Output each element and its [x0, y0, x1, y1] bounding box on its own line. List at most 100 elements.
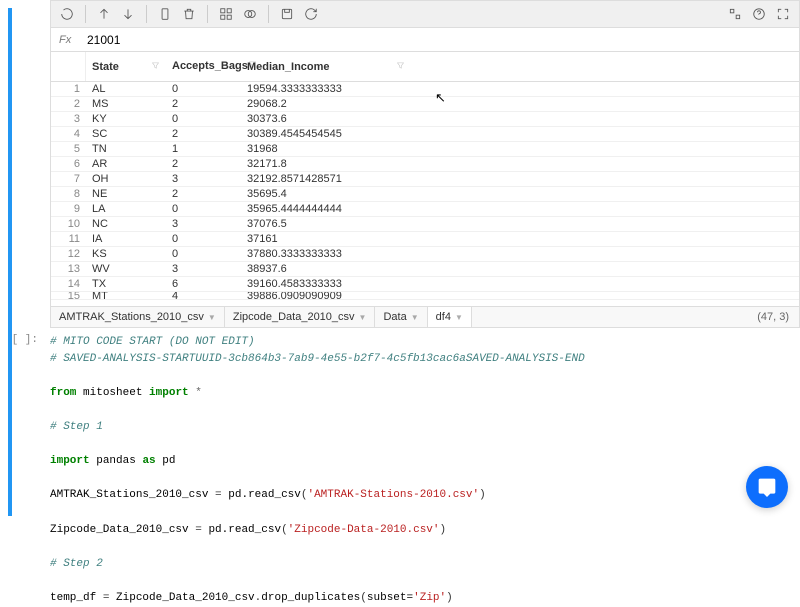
table-row[interactable]: 11IA037161	[51, 232, 799, 247]
table-row[interactable]: 15MT439886.0909090909	[51, 292, 799, 300]
grid-body[interactable]: 1AL019594.33333333332MS229068.23KY030373…	[51, 82, 799, 306]
cell-state[interactable]: TN	[86, 143, 166, 155]
cell-median-income[interactable]: 39886.0909090909	[241, 292, 411, 300]
cell-median-income[interactable]: 37880.3333333333	[241, 248, 411, 260]
up-arrow-icon[interactable]	[94, 4, 114, 24]
cell-state[interactable]: KY	[86, 113, 166, 125]
table-row[interactable]: 14TX639160.4583333333	[51, 277, 799, 292]
cell-accepts-bags[interactable]: 6	[166, 278, 241, 290]
column-header-median-income[interactable]: Median_Income	[241, 52, 411, 81]
cell-state[interactable]: WV	[86, 263, 166, 275]
cell-state[interactable]: AR	[86, 158, 166, 170]
cell-accepts-bags[interactable]: 2	[166, 98, 241, 110]
row-number: 1	[51, 83, 86, 95]
cell-state[interactable]: OH	[86, 173, 166, 185]
cell-accepts-bags[interactable]: 0	[166, 203, 241, 215]
cell-state[interactable]: MS	[86, 98, 166, 110]
cell-state[interactable]: IA	[86, 233, 166, 245]
table-row[interactable]: 12KS037880.3333333333	[51, 247, 799, 262]
chevron-down-icon[interactable]: ▼	[455, 313, 463, 322]
cell-accepts-bags[interactable]: 2	[166, 128, 241, 140]
delete-icon[interactable]	[179, 4, 199, 24]
cell-median-income[interactable]: 37161	[241, 233, 411, 245]
sheet-tab[interactable]: df4▼	[428, 307, 472, 327]
data-grid: State Accepts_Bags Median_Income 1AL0195…	[50, 52, 800, 306]
fullscreen-icon[interactable]	[773, 4, 793, 24]
table-row[interactable]: 2MS229068.2	[51, 97, 799, 112]
code-cell: [ ]: # MITO CODE START (DO NOT EDIT) # S…	[0, 334, 800, 607]
chat-help-button[interactable]	[746, 466, 788, 508]
tab-label: Zipcode_Data_2010_csv	[233, 311, 355, 323]
cell-state[interactable]: SC	[86, 128, 166, 140]
cell-median-income[interactable]: 19594.3333333333	[241, 83, 411, 95]
cell-median-income[interactable]: 32192.8571428571	[241, 173, 411, 185]
add-column-icon[interactable]	[155, 4, 175, 24]
sheet-tab[interactable]: Data▼	[375, 307, 427, 327]
toolbar-separator	[268, 5, 269, 23]
replay-icon[interactable]	[301, 4, 321, 24]
cell-median-income[interactable]: 35695.4	[241, 188, 411, 200]
cell-accepts-bags[interactable]: 0	[166, 113, 241, 125]
cell-accepts-bags[interactable]: 3	[166, 218, 241, 230]
row-number: 11	[51, 233, 86, 245]
cell-median-income[interactable]: 37076.5	[241, 218, 411, 230]
cell-accepts-bags[interactable]: 0	[166, 233, 241, 245]
cell-state[interactable]: LA	[86, 203, 166, 215]
cell-state[interactable]: NE	[86, 188, 166, 200]
cell-accepts-bags[interactable]: 0	[166, 83, 241, 95]
filter-icon[interactable]	[151, 61, 160, 73]
table-row[interactable]: 10NC337076.5	[51, 217, 799, 232]
cell-median-income[interactable]: 39160.4583333333	[241, 278, 411, 290]
cell-accepts-bags[interactable]: 2	[166, 158, 241, 170]
chevron-down-icon[interactable]: ▼	[208, 313, 216, 322]
table-row[interactable]: 13WV338937.6	[51, 262, 799, 277]
table-row[interactable]: 5TN131968	[51, 142, 799, 157]
cell-accepts-bags[interactable]: 3	[166, 173, 241, 185]
cell-median-income[interactable]: 38937.6	[241, 263, 411, 275]
table-row[interactable]: 6AR232171.8	[51, 157, 799, 172]
table-row[interactable]: 4SC230389.4545454545	[51, 127, 799, 142]
steps-icon[interactable]	[725, 4, 745, 24]
cell-median-income[interactable]: 30389.4545454545	[241, 128, 411, 140]
cell-state[interactable]: AL	[86, 83, 166, 95]
sheet-tab[interactable]: Zipcode_Data_2010_csv ▼	[225, 307, 376, 327]
formula-input[interactable]	[81, 33, 799, 47]
filter-icon[interactable]	[396, 61, 405, 73]
table-row[interactable]: 9LA035965.4444444444	[51, 202, 799, 217]
cell-state[interactable]: TX	[86, 278, 166, 290]
cell-state[interactable]: KS	[86, 248, 166, 260]
fx-label: Fx	[51, 34, 81, 46]
cell-median-income[interactable]: 29068.2	[241, 98, 411, 110]
merge-icon[interactable]	[240, 4, 260, 24]
table-row[interactable]: 7OH332192.8571428571	[51, 172, 799, 187]
cell-accepts-bags[interactable]: 2	[166, 188, 241, 200]
code-body[interactable]: # MITO CODE START (DO NOT EDIT) # SAVED-…	[50, 334, 800, 607]
table-row[interactable]: 3KY030373.6	[51, 112, 799, 127]
cell-accepts-bags[interactable]: 0	[166, 248, 241, 260]
cell-accepts-bags[interactable]: 1	[166, 143, 241, 155]
column-header-accepts-bags[interactable]: Accepts_Bags	[166, 52, 241, 81]
cell-median-income[interactable]: 35965.4444444444	[241, 203, 411, 215]
cell-median-income[interactable]: 31968	[241, 143, 411, 155]
cell-state[interactable]: NC	[86, 218, 166, 230]
cell-accepts-bags[interactable]: 3	[166, 263, 241, 275]
down-arrow-icon[interactable]	[118, 4, 138, 24]
chevron-down-icon[interactable]: ▼	[359, 313, 367, 322]
row-number-header	[51, 52, 86, 81]
cell-median-income[interactable]: 32171.8	[241, 158, 411, 170]
cell-state[interactable]: MT	[86, 292, 166, 300]
help-icon[interactable]	[749, 4, 769, 24]
cell-median-income[interactable]: 30373.6	[241, 113, 411, 125]
table-row[interactable]: 1AL019594.3333333333	[51, 82, 799, 97]
column-header-state[interactable]: State	[86, 52, 166, 81]
tab-label: AMTRAK_Stations_2010_csv	[59, 311, 204, 323]
sheet-tab[interactable]: AMTRAK_Stations_2010_csv ▼	[51, 307, 225, 327]
chevron-down-icon[interactable]: ▼	[411, 313, 419, 322]
toolbar-separator	[85, 5, 86, 23]
row-number: 15	[51, 292, 86, 300]
cell-accepts-bags[interactable]: 4	[166, 292, 241, 300]
pivot-icon[interactable]	[216, 4, 236, 24]
save-icon[interactable]	[277, 4, 297, 24]
undo-icon[interactable]	[57, 4, 77, 24]
table-row[interactable]: 8NE235695.4	[51, 187, 799, 202]
